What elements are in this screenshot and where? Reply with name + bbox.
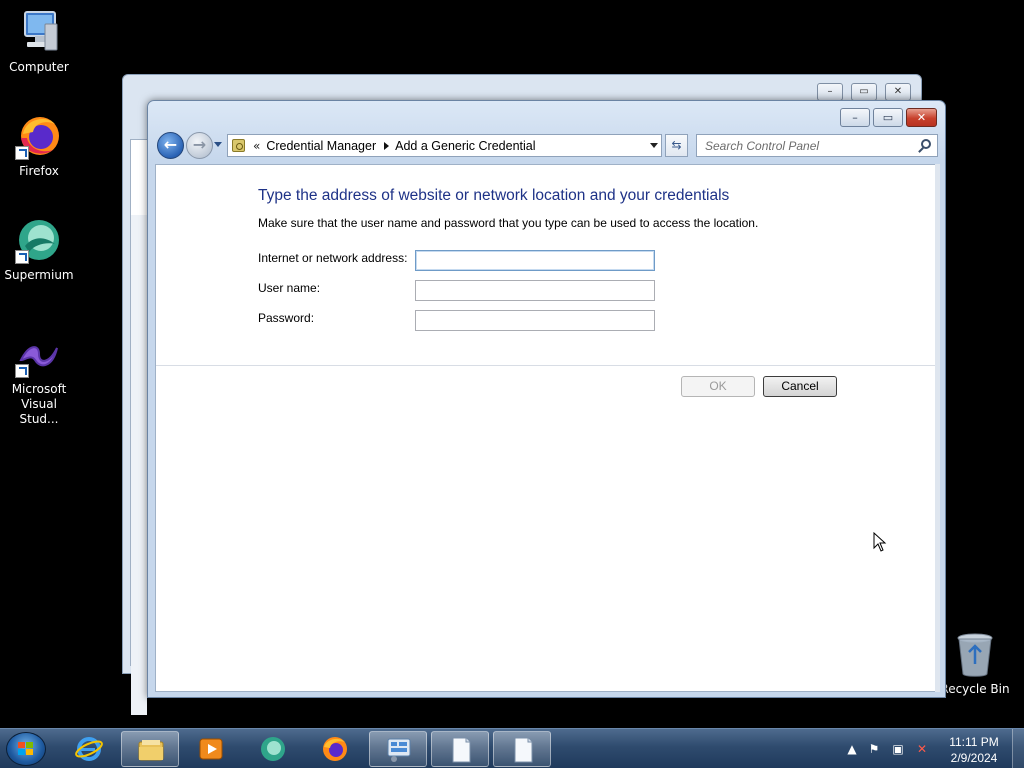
firefox-icon <box>15 112 63 160</box>
control-panel-icon <box>387 738 411 762</box>
start-button[interactable] <box>6 732 46 766</box>
forward-button[interactable]: → <box>186 132 213 159</box>
cancel-button[interactable]: Cancel <box>763 376 837 397</box>
desktop-icon-supermium[interactable]: Supermium <box>0 216 78 283</box>
volume-muted-icon[interactable]: ✕ <box>914 741 930 757</box>
recycle-bin-icon <box>955 632 995 678</box>
clock-date: 2/9/2024 <box>950 751 998 765</box>
visual-studio-icon <box>15 330 63 378</box>
background-close-button[interactable]: ✕ <box>885 83 911 101</box>
shortcut-arrow-icon <box>15 250 29 264</box>
internet-explorer-icon <box>75 737 103 761</box>
breadcrumb-overflow[interactable]: « <box>253 139 260 153</box>
minimize-button[interactable]: – <box>840 108 870 127</box>
maximize-button[interactable]: ▭ <box>873 108 903 127</box>
control-panel-icon <box>232 139 245 152</box>
taskbar-firefox[interactable] <box>306 731 364 767</box>
search-box[interactable] <box>696 134 938 157</box>
forward-arrow-icon: → <box>192 135 207 154</box>
breadcrumb-credential-manager[interactable]: Credential Manager <box>266 139 376 153</box>
page-description: Make sure that the user name and passwor… <box>258 216 759 230</box>
computer-icon <box>15 8 63 56</box>
divider <box>156 365 938 366</box>
shortcut-arrow-icon <box>15 146 29 160</box>
show-hidden-icons-button[interactable]: ▲ <box>844 741 860 757</box>
taskbar-notepad-window-1[interactable] <box>431 731 489 767</box>
back-button[interactable]: ← <box>157 132 184 159</box>
password-input[interactable] <box>415 310 655 331</box>
desktop-icon-label: Recycle Bin <box>940 682 1010 696</box>
address-dropdown-icon[interactable] <box>650 143 658 148</box>
refresh-button[interactable]: ⇆ <box>665 134 688 157</box>
search-icon[interactable] <box>921 139 931 149</box>
taskbar-control-panel[interactable] <box>369 731 427 767</box>
search-input[interactable] <box>697 135 907 156</box>
taskbar-notepad-window-2[interactable] <box>493 731 551 767</box>
shortcut-arrow-icon <box>15 364 29 378</box>
mouse-cursor-icon <box>873 532 887 552</box>
action-center-flag-icon[interactable]: ⚑ <box>866 741 882 757</box>
credential-manager-window[interactable]: – ▭ ✕ ← → « Credential Manager Add a Gen… <box>147 100 946 698</box>
document-icon <box>452 737 471 763</box>
address-bar[interactable]: « Credential Manager Add a Generic Crede… <box>227 134 662 157</box>
close-button[interactable]: ✕ <box>906 108 937 127</box>
taskbar: ▲ ⚑ ▣ ✕ 11:11 PM 2/9/2024 <box>0 728 1024 768</box>
ok-button[interactable]: OK <box>681 376 755 397</box>
desktop-icon-label: Computer <box>9 60 69 74</box>
back-arrow-icon: ← <box>163 135 178 154</box>
supermium-icon <box>261 737 285 761</box>
user-name-input[interactable] <box>415 280 655 301</box>
taskbar-file-explorer[interactable] <box>121 731 179 767</box>
desktop-icon-label: Supermium <box>4 268 74 282</box>
background-maximize-button[interactable]: ▭ <box>851 83 877 101</box>
desktop-icon-firefox[interactable]: Firefox <box>0 112 78 179</box>
page-title: Type the address of website or network l… <box>258 187 730 204</box>
breadcrumb-separator-icon[interactable] <box>384 141 390 150</box>
desktop-icon-computer[interactable]: Computer <box>0 8 78 75</box>
taskbar-supermium[interactable] <box>244 731 302 767</box>
background-minimize-button[interactable]: – <box>817 83 843 101</box>
firefox-icon <box>323 737 347 761</box>
clock-time: 11:11 PM <box>949 735 999 749</box>
desktop-icon-label: Firefox <box>19 164 59 178</box>
supermium-icon <box>15 216 63 264</box>
clock[interactable]: 11:11 PM 2/9/2024 <box>934 734 1014 766</box>
background-window-strip <box>131 215 147 715</box>
media-player-icon <box>199 738 223 760</box>
folder-icon <box>138 740 164 761</box>
breadcrumb-add-generic-credential[interactable]: Add a Generic Credential <box>395 139 535 153</box>
content-pane: Type the address of website or network l… <box>155 164 939 692</box>
desktop-icon-visual-studio[interactable]: Microsoft Visual Stud... <box>0 330 78 427</box>
show-desktop-button[interactable] <box>1012 729 1024 768</box>
network-address-input[interactable] <box>415 250 655 271</box>
network-icon[interactable]: ▣ <box>890 741 906 757</box>
refresh-icon: ⇆ <box>671 138 682 152</box>
taskbar-internet-explorer[interactable] <box>60 731 118 767</box>
windows-logo-icon <box>18 742 34 757</box>
network-address-label: Internet or network address: <box>258 251 408 265</box>
document-icon <box>514 737 533 763</box>
taskbar-media-player[interactable] <box>182 731 240 767</box>
user-name-label: User name: <box>258 281 321 295</box>
content-edge <box>935 164 940 692</box>
desktop-icon-label: Microsoft Visual Stud... <box>11 382 67 426</box>
recent-pages-dropdown[interactable] <box>214 142 222 147</box>
password-label: Password: <box>258 311 315 325</box>
desktop-icon-recycle-bin[interactable]: Recycle Bin <box>936 632 1014 697</box>
